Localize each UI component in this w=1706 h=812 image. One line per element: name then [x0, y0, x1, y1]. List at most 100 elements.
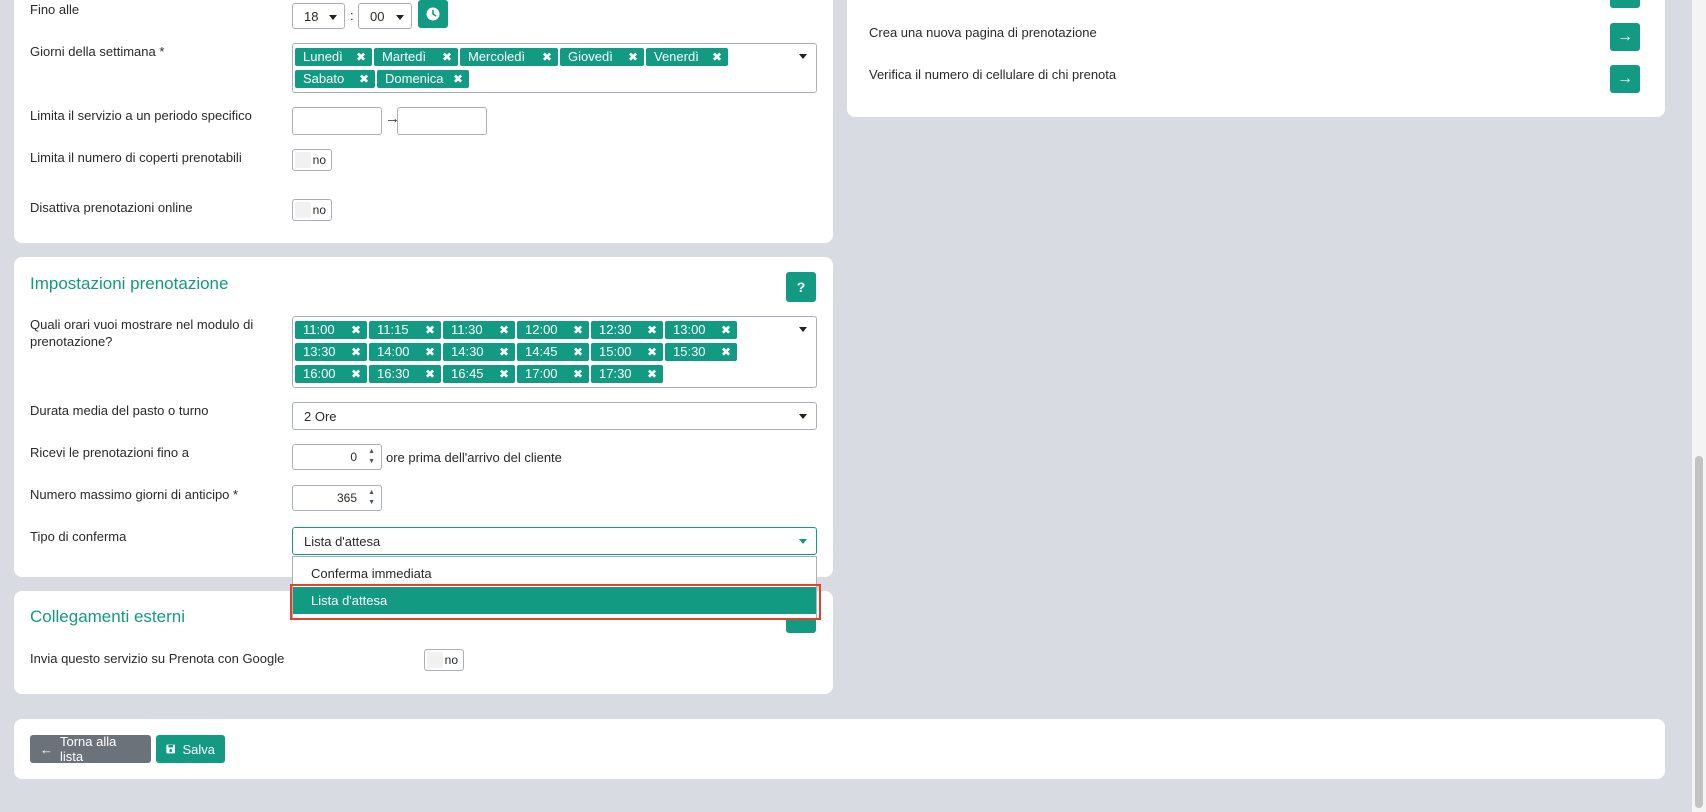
google-label: Invia questo servizio su Prenota con Goo… — [30, 651, 285, 666]
max-days-input[interactable]: 365 ▲ ▼ — [292, 485, 382, 511]
weekday-tag-label: Sabato — [303, 71, 345, 86]
time-tag-label: 11:00 — [303, 322, 335, 337]
weekday-tag-label: Giovedì — [568, 49, 613, 64]
time-tag-label: 11:30 — [451, 322, 483, 337]
remove-tag-icon[interactable]: ✖ — [359, 70, 369, 88]
until-hours-input[interactable]: 0 ▲ ▼ — [292, 444, 382, 470]
covers-toggle[interactable]: no — [292, 149, 332, 171]
arrow-left-icon: ← — [40, 741, 53, 757]
hour-select[interactable]: 18 — [292, 3, 345, 29]
time-tag: 11:30 ✖ — [443, 321, 515, 339]
spin-up-icon[interactable]: ▲ — [368, 448, 375, 455]
disable-online-toggle-text: no — [312, 203, 326, 217]
remove-tag-icon[interactable]: ✖ — [453, 70, 463, 88]
disable-online-toggle[interactable]: no — [292, 199, 332, 221]
clock-button[interactable] — [418, 0, 448, 28]
covers-label: Limita il numero di coperti prenotabili — [30, 150, 242, 165]
time-tags: 11:00 ✖ 11:15 ✖ 11:30 ✖ 12:00 ✖ 12:30 ✖ 13:00 ✖ 13:3… — [295, 319, 790, 385]
remove-tag-icon[interactable]: ✖ — [628, 48, 638, 66]
time-tag: 14:00 ✖ — [369, 343, 441, 361]
remove-tag-icon[interactable]: ✖ — [647, 321, 657, 339]
time-tag: 16:00 ✖ — [295, 365, 367, 383]
remove-tag-icon[interactable]: ✖ — [573, 365, 583, 383]
disable-online-label: Disattiva prenotazioni online — [30, 200, 193, 215]
period-end-input[interactable] — [397, 107, 487, 135]
weekday-tag: Lunedì ✖ — [295, 48, 372, 66]
remove-tag-icon[interactable]: ✖ — [721, 321, 731, 339]
floppy-disk-icon — [166, 744, 176, 754]
confirm-select[interactable]: Lista d'attesa — [292, 527, 817, 555]
back-button[interactable]: ← Torna alla lista — [30, 734, 151, 764]
time-tag: 13:30 ✖ — [295, 343, 367, 361]
remove-tag-icon[interactable]: ✖ — [499, 343, 509, 361]
help-button[interactable]: ? — [786, 272, 816, 302]
until-hours-label: Ricevi le prenotazioni fino a — [30, 445, 189, 460]
remove-tag-icon[interactable]: ✖ — [721, 343, 731, 361]
remove-tag-icon[interactable]: ✖ — [647, 365, 657, 383]
remove-tag-icon[interactable]: ✖ — [499, 321, 509, 339]
weekday-tag: Domenica ✖ — [377, 70, 469, 88]
remove-tag-icon[interactable]: ✖ — [425, 365, 435, 383]
remove-tag-icon[interactable]: ✖ — [425, 321, 435, 339]
time-tag-label: 13:30 — [303, 344, 336, 359]
option-immediate[interactable]: Conferma immediata — [293, 560, 816, 587]
spin-up-icon[interactable]: ▲ — [368, 489, 375, 496]
arrow-right-icon: → — [1617, 70, 1633, 87]
remove-tag-icon[interactable]: ✖ — [542, 48, 552, 66]
time-tag: 15:00 ✖ — [591, 343, 663, 361]
remove-tag-icon[interactable]: ✖ — [356, 48, 366, 66]
page-scrollbar[interactable] — [1692, 0, 1706, 812]
period-label: Limita il servizio a un periodo specific… — [30, 108, 252, 123]
spin-down-icon[interactable]: ▼ — [368, 499, 375, 506]
time-separator: : — [350, 8, 354, 23]
max-days-label: Numero massimo giorni di anticipo * — [30, 487, 239, 502]
weekday-tag: Venerdì ✖ — [646, 48, 728, 66]
times-multiselect[interactable]: 11:00 ✖ 11:15 ✖ 11:30 ✖ 12:00 ✖ 12:30 ✖ 13:00 ✖ 13:3… — [292, 316, 817, 388]
duration-select[interactable]: 2 Ore — [292, 402, 817, 430]
time-tag-label: 12:00 — [525, 322, 558, 337]
weekday-tag: Sabato ✖ — [295, 70, 375, 88]
new-page-button[interactable]: → — [1610, 23, 1640, 51]
footer-card — [14, 719, 1665, 779]
remove-tag-icon[interactable]: ✖ — [499, 365, 509, 383]
remove-tag-icon[interactable]: ✖ — [351, 343, 361, 361]
remove-tag-icon[interactable]: ✖ — [573, 343, 583, 361]
chevron-down-icon — [799, 414, 807, 419]
weekdays-multiselect[interactable]: Lunedì ✖ Martedì ✖ Mercoledì ✖ Giovedì ✖ Venerdì… — [292, 43, 817, 93]
remove-tag-icon[interactable]: ✖ — [442, 48, 452, 66]
weekday-tag: Mercoledì ✖ — [460, 48, 558, 66]
remove-tag-icon[interactable]: ✖ — [573, 321, 583, 339]
google-toggle[interactable]: no — [424, 649, 464, 671]
remove-tag-icon[interactable]: ✖ — [351, 321, 361, 339]
external-links-title: Collegamenti esterni — [30, 607, 185, 626]
verify-phone-button[interactable]: → — [1610, 65, 1640, 93]
time-tag: 17:30 ✖ — [591, 365, 663, 383]
scrollbar-thumb[interactable] — [1695, 456, 1703, 808]
chevron-down-icon — [799, 539, 807, 544]
period-start-input[interactable] — [292, 107, 382, 135]
top-link-button[interactable] — [1610, 0, 1640, 8]
until-hours-value: 0 — [350, 450, 357, 464]
time-tag: 12:00 ✖ — [517, 321, 589, 339]
remove-tag-icon[interactable]: ✖ — [425, 343, 435, 361]
weekdays-label: Giorni della settimana * — [30, 44, 165, 59]
weekday-tag-label: Martedì — [382, 49, 427, 64]
time-tag: 17:00 ✖ — [517, 365, 589, 383]
remove-tag-icon[interactable]: ✖ — [351, 365, 361, 383]
remove-tag-icon[interactable]: ✖ — [712, 48, 722, 66]
spin-down-icon[interactable]: ▼ — [368, 458, 375, 465]
time-tag: 14:45 ✖ — [517, 343, 589, 361]
weekday-tag: Martedì ✖ — [374, 48, 458, 66]
save-button[interactable]: Salva — [156, 735, 225, 763]
time-tag: 11:15 ✖ — [369, 321, 441, 339]
confirm-value: Lista d'attesa — [304, 534, 381, 549]
minute-select[interactable]: 00 — [358, 3, 412, 29]
time-tag-label: 16:45 — [451, 366, 484, 381]
remove-tag-icon[interactable]: ✖ — [647, 343, 657, 361]
chevron-down-icon — [799, 327, 807, 332]
time-tag: 12:30 ✖ — [591, 321, 663, 339]
weekday-tag: Giovedì ✖ — [560, 48, 644, 66]
time-tag-label: 14:45 — [525, 344, 558, 359]
selection-highlight — [290, 584, 821, 620]
time-tag: 16:45 ✖ — [443, 365, 515, 383]
